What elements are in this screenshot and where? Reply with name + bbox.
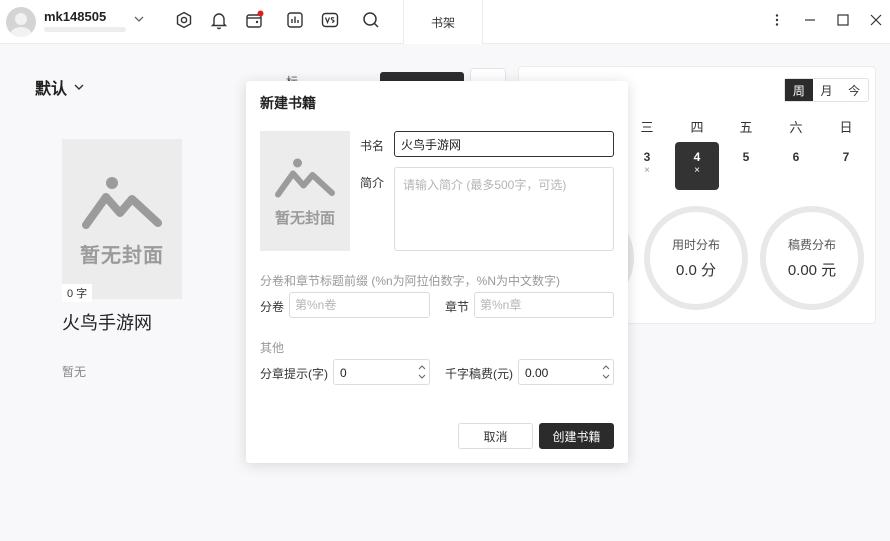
day-number: 6 — [792, 150, 800, 164]
intro-label: 简介 — [360, 176, 385, 190]
book-description: 暂无 — [62, 365, 87, 379]
mountain-image-icon — [275, 158, 335, 198]
book-title[interactable]: 火鸟手游网 — [62, 309, 152, 335]
search-icon[interactable] — [361, 10, 381, 30]
dialog-title: 新建书籍 — [260, 95, 316, 111]
username[interactable]: mk148505 — [44, 9, 106, 24]
time-distribution-value: 0.0 分 — [675, 262, 717, 279]
calendar-day[interactable]: 5 — [724, 142, 768, 190]
avatar[interactable] — [6, 7, 36, 37]
chevron-down-icon[interactable] — [132, 12, 146, 26]
cover-placeholder-text: 暂无封面 — [80, 245, 164, 267]
bell-icon[interactable] — [209, 10, 229, 30]
maximize-icon[interactable] — [835, 12, 851, 28]
minimize-icon[interactable] — [802, 12, 818, 28]
new-book-dialog: 新建书籍 暂无封面 书名 简介 分卷和章节标题前缀 (%n为阿拉伯数字，%N为中… — [246, 81, 628, 463]
weekday-label: 日 — [839, 120, 853, 135]
mountain-image-icon — [82, 177, 162, 229]
vs-icon[interactable] — [320, 10, 340, 30]
user-subtitle-placeholder — [44, 27, 126, 32]
create-book-button[interactable]: 创建书籍 — [539, 423, 614, 449]
day-mark: × — [694, 165, 700, 176]
shelf-filter-dropdown[interactable]: 默认 — [35, 75, 85, 99]
stepper-arrows-icon[interactable] — [601, 362, 611, 382]
calendar-day[interactable]: 7 — [824, 142, 868, 190]
fee-per-thousand-stepper[interactable]: 0.00 — [518, 359, 614, 385]
cover-upload[interactable]: 暂无封面 — [260, 131, 350, 251]
book-cover[interactable]: 暂无封面 — [62, 139, 182, 299]
cover-placeholder-text: 暂无封面 — [274, 210, 335, 227]
tab-bookshelf-label: 书架 — [430, 15, 455, 30]
calendar-day[interactable]: 6 — [774, 142, 818, 190]
wallet-icon[interactable] — [244, 10, 264, 30]
day-mark: × — [644, 165, 650, 176]
period-month[interactable]: 月 — [813, 79, 841, 101]
chapter-prefix-label: 章节 — [445, 300, 470, 314]
calendar-day-selected[interactable]: 4 × — [675, 142, 719, 190]
volume-prefix-input[interactable] — [289, 292, 430, 318]
chart-icon[interactable] — [285, 10, 305, 30]
tab-bookshelf[interactable]: 书架 — [403, 0, 483, 44]
period-today[interactable]: 今 — [840, 79, 868, 101]
close-icon[interactable] — [868, 12, 884, 28]
intro-textarea[interactable] — [394, 167, 614, 251]
chapter-hint-value: 0 — [340, 366, 347, 380]
fee-per-thousand-label: 千字稿费(元) — [445, 367, 513, 381]
fee-per-thousand-value: 0.00 — [525, 366, 549, 380]
top-bar: mk148505 书架 — [0, 0, 890, 44]
period-week[interactable]: 周 — [785, 79, 813, 101]
weekday-label: 三 — [640, 120, 654, 135]
title-prefix-note: 分卷和章节标题前缀 (%n为阿拉伯数字，%N为中文数字) — [260, 274, 561, 288]
settings-hex-icon[interactable] — [174, 10, 194, 30]
more-icon[interactable] — [769, 12, 785, 28]
volume-prefix-label: 分卷 — [260, 300, 285, 314]
chapter-prefix-input[interactable] — [474, 292, 614, 318]
weekday-label: 五 — [739, 120, 753, 135]
day-number: 5 — [742, 150, 750, 164]
weekday-label: 六 — [789, 120, 803, 135]
fee-distribution-value: 0.00 元 — [787, 262, 837, 279]
day-number: 3 — [643, 150, 651, 164]
day-number: 4 — [693, 150, 701, 164]
cancel-button[interactable]: 取消 — [458, 423, 533, 449]
fee-distribution-label: 稿费分布 — [787, 238, 836, 252]
book-name-input[interactable] — [394, 131, 614, 157]
stepper-arrows-icon[interactable] — [417, 362, 427, 382]
weekday-label: 四 — [690, 120, 704, 135]
calendar-day[interactable]: 3 × — [625, 142, 669, 190]
period-toggle: 周 月 今 — [784, 78, 869, 102]
fee-distribution-ring: 稿费分布 0.00 元 — [760, 206, 864, 310]
chapter-hint-label: 分章提示(字) — [260, 367, 328, 381]
book-name-label: 书名 — [360, 139, 385, 153]
time-distribution-ring: 用时分布 0.0 分 — [644, 206, 748, 310]
chapter-hint-stepper[interactable]: 0 — [333, 359, 430, 385]
word-count-badge: 0 字 — [62, 284, 93, 302]
shelf-filter-label: 默认 — [35, 81, 68, 98]
chevron-down-icon — [74, 84, 84, 90]
other-section-label: 其他 — [260, 341, 285, 355]
time-distribution-label: 用时分布 — [671, 238, 720, 252]
day-number: 7 — [842, 150, 850, 164]
